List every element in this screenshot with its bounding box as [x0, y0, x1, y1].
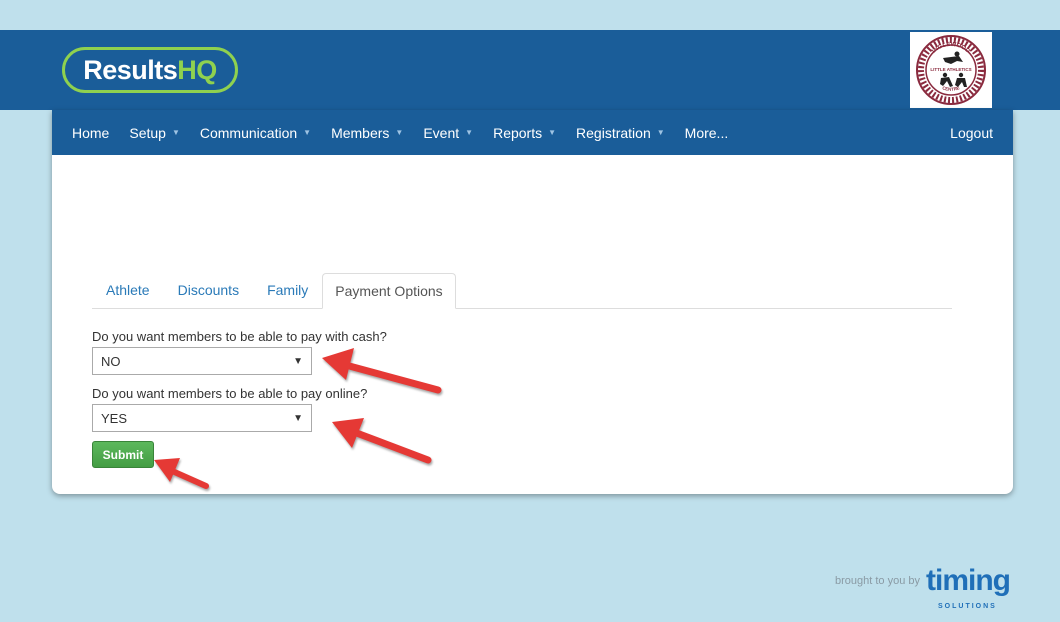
nav-item-label: Home: [72, 124, 110, 141]
nav-item-communication[interactable]: Communication ▼: [200, 125, 311, 141]
header-bar: ResultsHQ INGLEWOOD LITTLE ATHLETICS CEN…: [0, 30, 1060, 110]
submit-button[interactable]: Submit: [92, 441, 154, 468]
caret-down-icon: ▼: [395, 128, 404, 137]
nav-item-label: More...: [684, 124, 729, 141]
caret-down-icon: ▼: [303, 128, 312, 137]
nav-item-reports[interactable]: Reports ▼: [493, 125, 556, 141]
red-arrow-icon: [332, 418, 432, 464]
nav-item-more[interactable]: More...: [685, 125, 729, 141]
nav-item-label: Communication: [199, 124, 298, 141]
caret-down-icon: ▼: [171, 128, 180, 137]
caret-down-icon: ▼: [465, 128, 474, 137]
red-arrow-icon: [154, 458, 209, 489]
settings-tabs: Athlete Discounts Family Payment Options: [92, 273, 952, 309]
tab-athlete[interactable]: Athlete: [92, 282, 164, 308]
nav-item-home[interactable]: Home: [72, 125, 109, 141]
online-select[interactable]: YES ▼: [92, 404, 312, 432]
nav-item-label: Registration: [576, 124, 651, 141]
red-arrow-icon: [322, 348, 442, 394]
nav-item-registration[interactable]: Registration ▼: [576, 125, 665, 141]
caret-down-icon: ▼: [548, 128, 557, 137]
nav-item-members[interactable]: Members ▼: [331, 125, 403, 141]
timing-brand-subtext: SOLUTIONS: [938, 603, 997, 610]
timing-solutions-logo[interactable]: timing SOLUTIONS: [926, 566, 1011, 611]
club-logo: INGLEWOOD LITTLE ATHLETICS CENTRE: [910, 32, 992, 108]
brought-to-you-text: brought to you by: [835, 575, 921, 587]
main-card: Home Setup ▼ Communication ▼ Members ▼ Event ▼ Re…: [52, 110, 1013, 494]
club-emblem-icon: INGLEWOOD LITTLE ATHLETICS CENTRE: [916, 35, 986, 105]
footer-branding: brought to you by timing SOLUTIONS: [835, 566, 1011, 611]
triangle-down-icon: ▼: [293, 355, 303, 367]
tab-discounts[interactable]: Discounts: [164, 282, 253, 308]
nav-item-label: Reports: [493, 124, 543, 141]
nav-item-label: Event: [423, 124, 460, 141]
nav-item-label: Setup: [129, 124, 166, 141]
cash-select[interactable]: NO ▼: [92, 347, 312, 375]
online-select-value: YES: [101, 410, 128, 426]
club-logo-mid-text: LITTLE ATHLETICS: [930, 67, 971, 72]
nav-item-label: Members: [331, 124, 390, 141]
logo-main-text: Results: [83, 54, 178, 85]
resultshq-logo[interactable]: ResultsHQ: [62, 47, 238, 93]
triangle-down-icon: ▼: [293, 412, 303, 424]
logo-accent-text: HQ: [177, 54, 217, 85]
cash-select-value: NO: [101, 353, 121, 369]
nav-item-setup[interactable]: Setup ▼: [129, 125, 180, 141]
tab-family[interactable]: Family: [253, 282, 322, 308]
logout-link[interactable]: Logout: [950, 125, 993, 141]
nav-item-event[interactable]: Event ▼: [423, 125, 473, 141]
tab-payment-options[interactable]: Payment Options: [322, 273, 456, 309]
caret-down-icon: ▼: [656, 128, 665, 137]
main-navbar: Home Setup ▼ Communication ▼ Members ▼ Event ▼ Re…: [52, 110, 1013, 155]
